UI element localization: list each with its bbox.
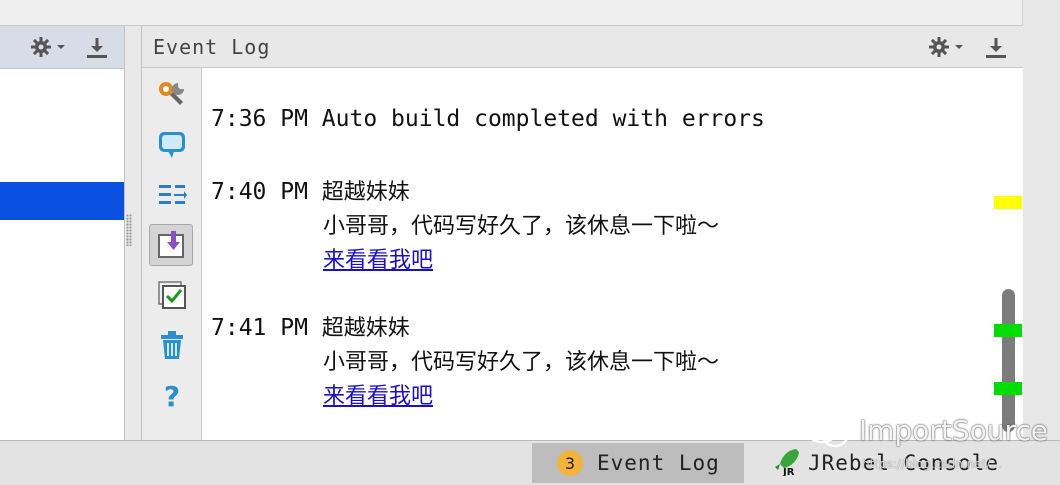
log-entry: 7:41 PM 超越妹妹 xyxy=(211,310,410,342)
settings-wrench-icon[interactable] xyxy=(152,76,192,114)
watermark-url: https://blog.csdn.net/... xyxy=(862,457,1002,471)
event-log-tab[interactable]: 3 Event Log xyxy=(532,443,744,483)
gear-icon[interactable] xyxy=(928,36,968,62)
top-strip xyxy=(0,0,1022,26)
log-entry-body: 小哥哥，代码写好久了，该休息一下啦～ xyxy=(323,214,720,239)
log-entry-link[interactable]: 来看看我吧 xyxy=(323,242,433,274)
mark-read-icon[interactable] xyxy=(152,276,192,314)
log-entry: 7:36 PM Auto build completed with errors xyxy=(211,106,765,132)
log-entry-time: 7:36 PM xyxy=(211,106,308,132)
log-entry: 7:40 PM 超越妹妹 xyxy=(211,174,410,206)
ok-marker[interactable] xyxy=(994,382,1022,395)
watermark-text: ImportSource xyxy=(858,414,1049,447)
warning-marker[interactable] xyxy=(994,196,1022,209)
event-log-content: 7:36 PM Auto build completed with errors… xyxy=(202,68,1002,440)
jrebel-rocket-icon: JR xyxy=(772,446,802,480)
hide-panel-icon[interactable] xyxy=(85,36,109,64)
balloon-icon[interactable] xyxy=(152,126,192,164)
wechat-logo-icon xyxy=(805,416,849,448)
scroll-to-end-icon[interactable] xyxy=(149,224,193,266)
vertical-scrollbar-thumb[interactable] xyxy=(1002,289,1015,432)
log-entry-time: 7:41 PM xyxy=(211,315,308,341)
hide-panel-icon[interactable] xyxy=(984,36,1008,64)
notification-count-badge: 3 xyxy=(557,450,583,476)
svg-text:?: ? xyxy=(164,380,180,411)
ok-marker[interactable] xyxy=(994,324,1022,337)
left-panel-header xyxy=(0,26,124,69)
watermark: ImportSource xyxy=(804,414,1048,449)
log-entry-message: Auto build completed with errors xyxy=(321,106,765,132)
trash-icon[interactable] xyxy=(152,326,192,364)
event-log-panel: Event Log ? 7:36 PM Auto build completed… xyxy=(141,26,1023,440)
panel-splitter[interactable] xyxy=(126,214,132,246)
event-log-header: Event Log xyxy=(142,26,1023,68)
soft-wrap-icon[interactable] xyxy=(152,176,192,214)
left-tool-panel xyxy=(0,26,125,440)
event-log-tab-label: Event Log xyxy=(597,451,720,475)
log-entry-title: 超越妹妹 xyxy=(321,180,410,205)
log-entry-body: 小哥哥，代码写好久了，该休息一下啦～ xyxy=(323,350,720,375)
right-edge-gutter xyxy=(1022,0,1060,440)
svg-text:JR: JR xyxy=(782,467,795,476)
gear-icon[interactable] xyxy=(30,36,70,62)
log-entry-title: 超越妹妹 xyxy=(321,316,410,341)
log-entry-time: 7:40 PM xyxy=(211,179,308,205)
event-log-toolbar: ? xyxy=(142,68,202,440)
event-log-title: Event Log xyxy=(153,35,271,59)
help-icon[interactable]: ? xyxy=(152,376,192,414)
selected-tree-row[interactable] xyxy=(0,182,124,220)
log-entry-link[interactable]: 来看看我吧 xyxy=(323,378,433,410)
